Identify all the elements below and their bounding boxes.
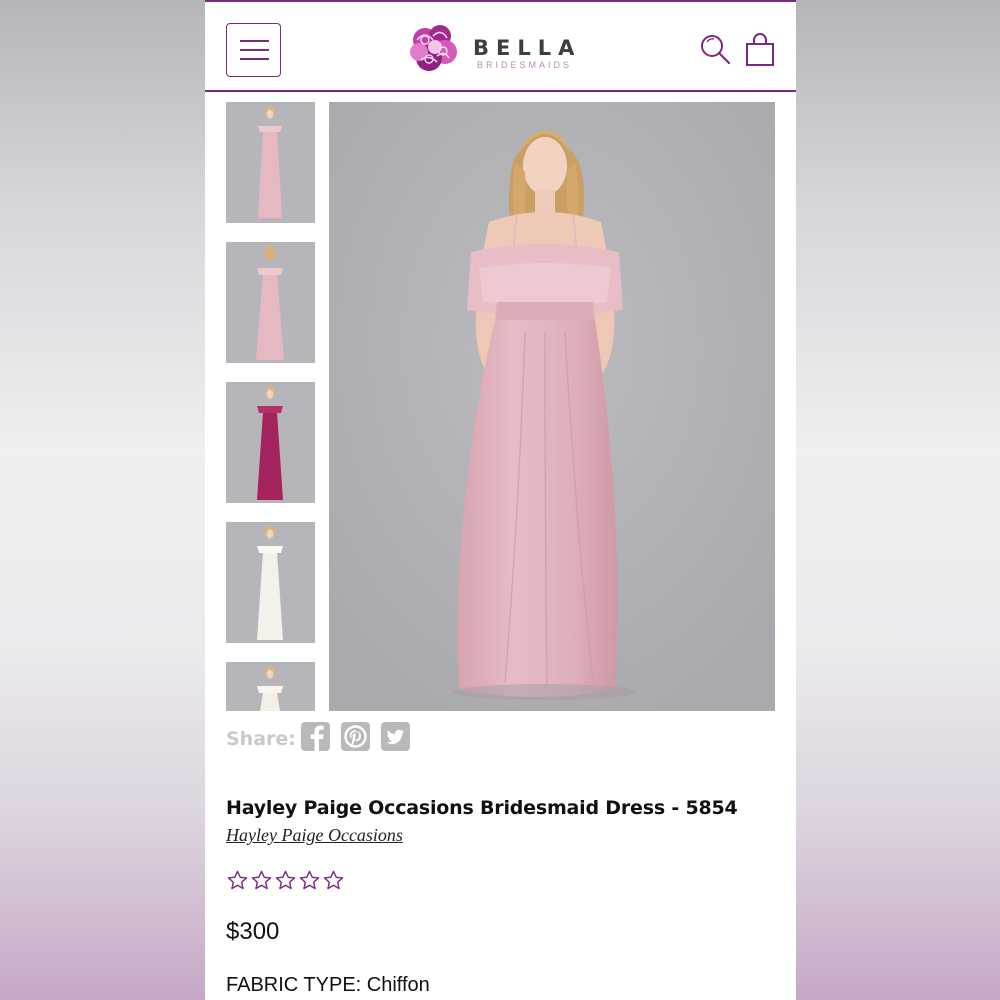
twitter-icon[interactable] xyxy=(381,722,410,751)
dress-photo xyxy=(226,242,315,363)
dress-photo xyxy=(226,102,315,223)
thumbnail-4[interactable] xyxy=(226,522,315,643)
dress-photo-main xyxy=(329,102,775,711)
dress-photo xyxy=(226,522,315,643)
thumbnail-5[interactable] xyxy=(226,662,315,711)
menu-button[interactable] xyxy=(226,23,281,77)
thumbnail-2[interactable] xyxy=(226,242,315,363)
pinterest-icon[interactable] xyxy=(341,722,370,751)
star-icon[interactable] xyxy=(322,869,345,892)
rose-logo-icon xyxy=(410,25,457,71)
product-title: Hayley Paige Occasions Bridesmaid Dress … xyxy=(226,797,738,819)
star-icon[interactable] xyxy=(226,869,249,892)
search-icon[interactable] xyxy=(699,32,733,68)
hamburger-icon-line xyxy=(240,49,269,51)
hamburger-icon-line xyxy=(240,58,269,60)
dress-photo xyxy=(226,662,315,711)
brand-name: BELLA xyxy=(473,36,582,60)
dress-photo xyxy=(226,382,315,503)
fabric-type: FABRIC TYPE: Chiffon xyxy=(226,974,430,996)
thumbnail-1[interactable] xyxy=(226,102,315,223)
brand-logo[interactable]: BELLA BRIDESMAIDS xyxy=(405,18,605,80)
brand-subtitle: BRIDESMAIDS xyxy=(477,60,573,70)
star-icon[interactable] xyxy=(274,869,297,892)
facebook-icon[interactable] xyxy=(301,722,330,751)
share-label: Share: xyxy=(226,728,296,750)
background-right xyxy=(795,0,1000,1000)
star-icon[interactable] xyxy=(250,869,273,892)
site-header: BELLA BRIDESMAIDS xyxy=(205,0,796,92)
hamburger-icon-line xyxy=(240,40,269,42)
shopping-bag-icon[interactable] xyxy=(743,32,777,68)
main-product-image[interactable] xyxy=(329,102,775,711)
star-icon[interactable] xyxy=(298,869,321,892)
mobile-page: BELLA BRIDESMAIDS Share: Hayley Paige Oc… xyxy=(205,0,796,1000)
rating-stars[interactable] xyxy=(226,869,356,893)
brand-link[interactable]: Hayley Paige Occasions xyxy=(226,825,403,846)
product-price: $300 xyxy=(226,918,280,945)
thumbnail-3[interactable] xyxy=(226,382,315,503)
share-row: Share: xyxy=(226,722,526,752)
background-left xyxy=(0,0,205,1000)
